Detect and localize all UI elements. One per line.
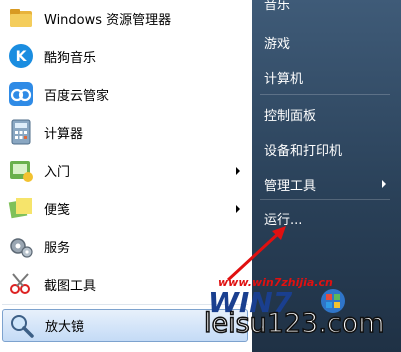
menu-item-kugou-music[interactable]: K 酷狗音乐 (2, 40, 246, 73)
menu-item-label: 百度云管家 (44, 89, 110, 104)
watermark-site: leisu123.com (203, 307, 385, 340)
magnifier-icon (11, 315, 34, 338)
menu-item-baidu-cloud[interactable]: 百度云管家 (2, 78, 246, 111)
menu-item-windows-explorer[interactable]: Windows 资源管理器 (2, 2, 246, 35)
right-item-games[interactable]: 游戏 (264, 33, 290, 52)
sticky-notes-icon (8, 198, 32, 219)
kugou-icon: K (9, 44, 33, 68)
right-separator (260, 94, 390, 95)
getting-started-icon (10, 161, 33, 182)
services-icon (10, 238, 33, 258)
right-item-devices-printers[interactable]: 设备和打印机 (264, 140, 342, 159)
menu-item-label: 放大镜 (45, 320, 85, 335)
right-item-control-panel[interactable]: 控制面板 (264, 105, 316, 124)
menu-item-label: 服务 (44, 241, 71, 256)
menu-item-calculator[interactable]: 计算器 (2, 116, 246, 149)
menu-item-label: 计算器 (44, 127, 84, 142)
right-item-computer[interactable]: 计算机 (264, 68, 303, 87)
menu-item-label: Windows 资源管理器 (44, 13, 172, 28)
baidu-cloud-icon (9, 82, 33, 106)
calculator-icon (11, 119, 31, 145)
menu-item-label: 截图工具 (44, 279, 97, 294)
svg-text:K: K (16, 49, 28, 65)
menu-item-label: 入门 (44, 165, 71, 180)
submenu-arrow-icon (236, 204, 240, 213)
right-separator (260, 199, 390, 200)
submenu-arrow-icon (382, 180, 386, 188)
snipping-tool-icon (10, 273, 30, 294)
menu-item-getting-started[interactable]: 入门 (2, 154, 246, 187)
right-item-music[interactable]: 音乐 (264, 0, 290, 13)
menu-item-label: 便笺 (44, 203, 71, 218)
menu-item-services[interactable]: 服务 (2, 230, 246, 263)
folder-icon (10, 9, 32, 27)
right-item-admin-tools[interactable]: 管理工具 (264, 175, 316, 194)
submenu-arrow-icon (236, 166, 240, 175)
menu-item-sticky-notes[interactable]: 便笺 (2, 192, 246, 225)
red-pointer-arrow-icon (226, 226, 286, 282)
menu-item-label: 酷狗音乐 (44, 51, 97, 66)
